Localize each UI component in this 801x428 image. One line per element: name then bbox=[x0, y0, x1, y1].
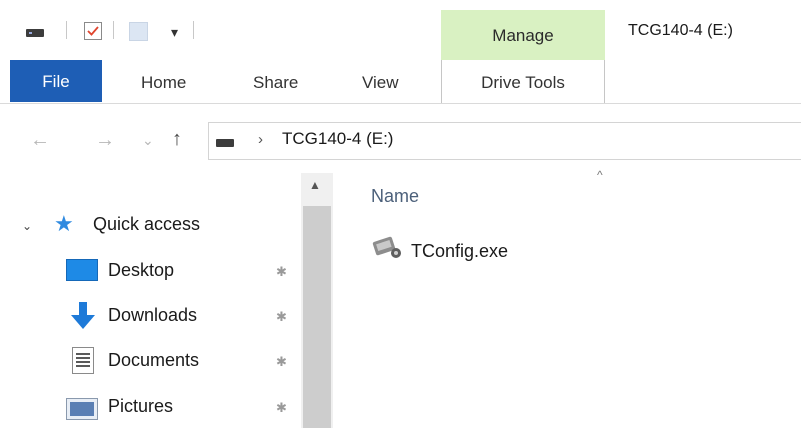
star-icon: ★ bbox=[54, 211, 74, 236]
back-arrow-icon[interactable]: ← bbox=[30, 130, 50, 150]
up-arrow-icon[interactable]: ↑ bbox=[172, 129, 182, 149]
new-folder-icon[interactable] bbox=[129, 22, 148, 41]
ribbon-divider bbox=[0, 103, 801, 104]
application-icon bbox=[372, 236, 404, 267]
sort-ascending-icon: ^ bbox=[597, 168, 603, 182]
tab-home[interactable]: Home bbox=[141, 73, 186, 93]
quick-access-label[interactable]: Quick access bbox=[93, 214, 200, 235]
breadcrumb-separator[interactable]: › bbox=[258, 131, 263, 148]
documents-icon bbox=[72, 347, 94, 374]
drive-icon[interactable] bbox=[26, 29, 44, 37]
pin-icon[interactable]: ✱ bbox=[276, 264, 287, 280]
nav-item-downloads[interactable]: Downloads bbox=[108, 305, 197, 326]
customize-dropdown-icon[interactable]: ▾ bbox=[171, 25, 178, 39]
toolbar-separator bbox=[193, 21, 194, 39]
downloads-icon bbox=[70, 302, 96, 335]
breadcrumb-location[interactable]: TCG140-4 (E:) bbox=[282, 129, 393, 149]
properties-icon[interactable] bbox=[84, 22, 102, 40]
nav-item-desktop[interactable]: Desktop bbox=[108, 260, 174, 281]
address-drive-icon bbox=[216, 139, 234, 147]
toolbar-separator bbox=[113, 21, 114, 39]
pin-icon[interactable]: ✱ bbox=[276, 400, 287, 416]
toolbar-separator bbox=[66, 21, 67, 39]
nav-item-pictures[interactable]: Pictures bbox=[108, 396, 173, 417]
window-title: TCG140-4 (E:) bbox=[628, 22, 733, 39]
file-item-name[interactable]: TConfig.exe bbox=[411, 241, 508, 262]
forward-arrow-icon[interactable]: → bbox=[95, 130, 115, 150]
pictures-icon bbox=[66, 398, 98, 420]
file-tab-label[interactable]: File bbox=[10, 72, 102, 92]
quick-access-chevron-icon[interactable]: ⌄ bbox=[22, 219, 32, 233]
tab-share[interactable]: Share bbox=[253, 73, 298, 93]
manage-group-label[interactable]: Manage bbox=[441, 26, 605, 46]
tab-drive-tools-label[interactable]: Drive Tools bbox=[441, 73, 605, 93]
scrollbar-thumb[interactable] bbox=[303, 206, 331, 428]
tab-view[interactable]: View bbox=[362, 73, 399, 93]
recent-locations-chevron-icon[interactable]: ⌄ bbox=[142, 130, 154, 150]
nav-item-documents[interactable]: Documents bbox=[108, 350, 199, 371]
pin-icon[interactable]: ✱ bbox=[276, 354, 287, 370]
pin-icon[interactable]: ✱ bbox=[276, 309, 287, 325]
desktop-icon bbox=[66, 259, 98, 281]
column-header-name[interactable]: Name bbox=[371, 186, 419, 207]
scroll-up-icon[interactable]: ▲ bbox=[309, 178, 321, 192]
